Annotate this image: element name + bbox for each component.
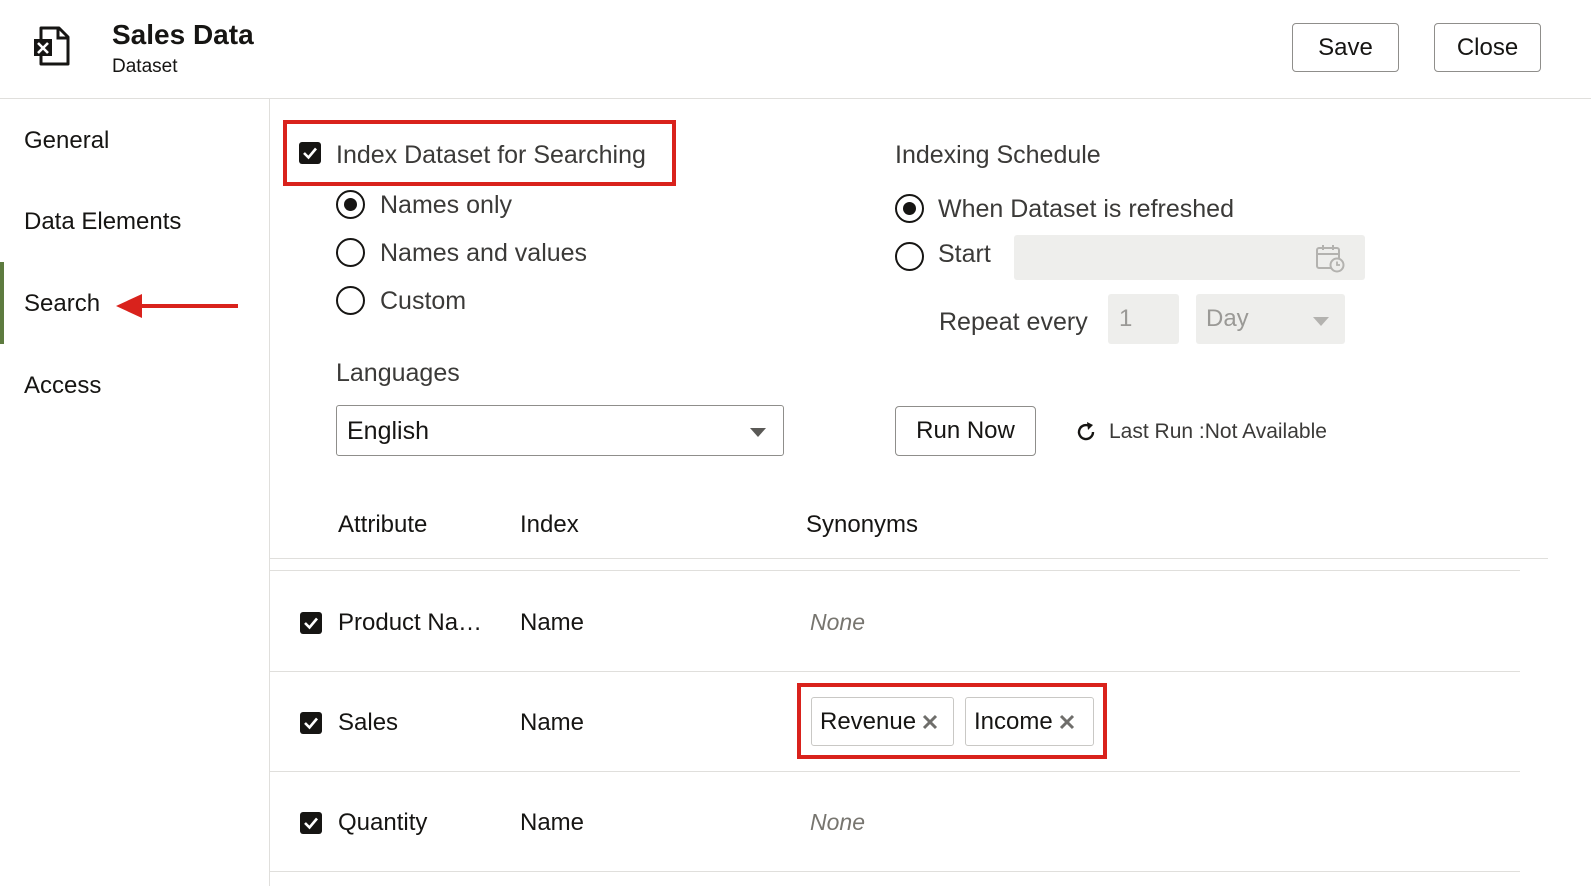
start-date-input[interactable] xyxy=(1014,235,1365,280)
table-row-divider xyxy=(270,671,1520,672)
radio-names-and-values-label: Names and values xyxy=(380,239,588,267)
synonyms-none[interactable]: None xyxy=(810,609,865,636)
sidebar-item-search[interactable]: Search xyxy=(24,290,100,318)
sidebar-nav: General Data Elements Search Access xyxy=(0,99,270,886)
page-header: Sales Data Dataset Save Close xyxy=(0,0,1591,99)
excel-file-icon xyxy=(34,26,70,66)
synonym-chip-label: Revenue xyxy=(820,707,917,735)
attribute-cell: Sales xyxy=(338,709,399,736)
table-row-divider xyxy=(270,570,1520,571)
close-button[interactable]: Close xyxy=(1434,23,1541,72)
radio-when-refreshed-label: When Dataset is refreshed xyxy=(938,195,1234,223)
radio-custom[interactable] xyxy=(336,286,365,315)
column-header-index: Index xyxy=(520,511,579,538)
synonym-chip-revenue: Revenue xyxy=(811,697,954,746)
remove-icon[interactable] xyxy=(1057,712,1077,732)
page-subtitle: Dataset xyxy=(112,56,178,77)
radio-names-and-values[interactable] xyxy=(336,238,365,267)
column-header-synonyms: Synonyms xyxy=(806,511,919,538)
refresh-icon[interactable] xyxy=(1074,420,1098,444)
chevron-down-icon xyxy=(750,428,766,437)
attribute-cell: Quantity xyxy=(338,809,428,836)
save-button[interactable]: Save xyxy=(1292,23,1399,72)
page-title: Sales Data xyxy=(112,19,254,50)
sidebar-active-indicator xyxy=(0,262,4,344)
radio-names-only[interactable] xyxy=(336,190,365,219)
repeat-every-label: Repeat every xyxy=(939,308,1088,336)
index-dataset-checkbox[interactable] xyxy=(299,142,321,164)
indexing-schedule-title: Indexing Schedule xyxy=(895,141,1101,169)
index-cell[interactable]: Name xyxy=(520,709,584,737)
last-run-status: Last Run :Not Available xyxy=(1109,420,1327,443)
row-checkbox-sales[interactable] xyxy=(300,712,322,734)
radio-start-label: Start xyxy=(938,240,991,268)
synonym-chip-income: Income xyxy=(965,697,1094,746)
synonym-chip-label: Income xyxy=(974,707,1053,735)
languages-label: Languages xyxy=(336,359,460,387)
sidebar-item-access[interactable]: Access xyxy=(24,372,101,400)
table-header-divider xyxy=(270,558,1548,559)
repeat-count-input[interactable]: 1 xyxy=(1108,294,1179,344)
index-cell[interactable]: Name xyxy=(520,609,584,637)
languages-select[interactable]: English xyxy=(336,405,784,456)
repeat-unit-value: Day xyxy=(1206,305,1249,332)
repeat-unit-select[interactable]: Day xyxy=(1196,294,1345,344)
column-header-attribute: Attribute xyxy=(338,511,428,538)
table-row-divider xyxy=(270,771,1520,772)
index-cell[interactable]: Name xyxy=(520,809,584,837)
row-checkbox-quantity[interactable] xyxy=(300,812,322,834)
synonyms-none[interactable]: None xyxy=(810,809,865,836)
index-dataset-label: Index Dataset for Searching xyxy=(336,141,646,169)
table-row-divider xyxy=(270,871,1520,872)
radio-start[interactable] xyxy=(895,242,924,271)
sidebar-item-data-elements[interactable]: Data Elements xyxy=(24,208,181,236)
row-checkbox-product-name[interactable] xyxy=(300,612,322,634)
languages-select-value: English xyxy=(347,417,429,445)
repeat-count-value: 1 xyxy=(1119,305,1133,332)
sidebar-item-general[interactable]: General xyxy=(24,127,109,155)
calendar-icon xyxy=(1316,245,1345,273)
run-now-button[interactable]: Run Now xyxy=(895,406,1036,456)
radio-names-only-label: Names only xyxy=(380,191,512,219)
annotation-arrow-icon xyxy=(116,294,238,318)
remove-icon[interactable] xyxy=(920,712,940,732)
radio-when-refreshed[interactable] xyxy=(895,194,924,223)
attribute-cell: Product Na… xyxy=(338,609,483,636)
chevron-down-icon xyxy=(1313,317,1329,326)
radio-custom-label: Custom xyxy=(380,287,467,315)
